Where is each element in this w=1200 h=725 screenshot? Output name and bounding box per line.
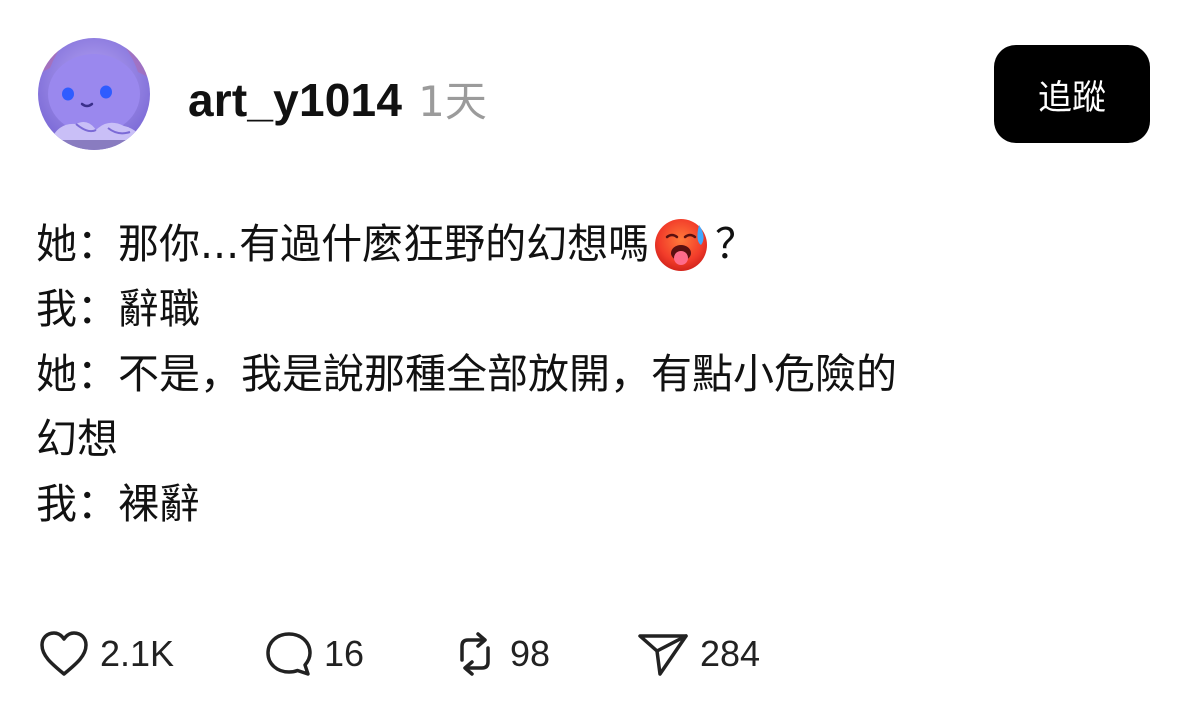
post-line: 她：不是，我是說那種全部放開，有點小危險的 — [36, 342, 1156, 407]
username[interactable]: art_y1014 — [188, 73, 402, 127]
post-line-text: 我：辭職 — [36, 285, 200, 333]
share-count: 284 — [700, 633, 761, 674]
repost-icon — [460, 632, 490, 676]
hot-face-emoji-icon — [653, 217, 709, 273]
heart-icon — [40, 631, 88, 676]
post-line: 幻想 — [36, 407, 1156, 472]
post-line: 我：裸辭 — [36, 472, 1156, 537]
post-content: 她：那你...有過什麼狂野的幻想嗎 ？ 我：辭職 她：不是，我是說那種全部放開，… — [36, 212, 1156, 537]
post-line: 我：辭職 — [36, 277, 1156, 342]
post-timestamp: 1天 — [418, 77, 487, 126]
post-line-text: 幻想 — [36, 415, 118, 463]
post-line-text: 她：不是，我是說那種全部放開，有點小危險的 — [36, 350, 897, 398]
comment-bubble-icon — [266, 632, 312, 676]
post-line-text: 我：裸辭 — [36, 480, 200, 528]
comment-button[interactable]: 16 — [264, 630, 450, 678]
post-line: 她：那你...有過什麼狂野的幻想嗎 ？ — [36, 212, 1156, 277]
avatar[interactable] — [38, 38, 150, 150]
action-bar: 2.1K 16 98 284 — [38, 626, 760, 682]
like-count: 2.1K — [100, 633, 175, 674]
repost-button[interactable]: 98 — [450, 630, 636, 678]
like-button[interactable]: 2.1K — [38, 630, 264, 678]
share-button[interactable]: 284 — [636, 630, 760, 678]
post-line-text: 她：那你...有過什麼狂野的幻想嗎 — [36, 220, 650, 268]
comment-count: 16 — [324, 633, 365, 674]
repost-count: 98 — [510, 633, 551, 674]
follow-button[interactable]: 追蹤 — [994, 45, 1150, 143]
send-icon — [638, 634, 688, 676]
post-line-suffix: ？ — [715, 220, 757, 268]
post-header: art_y1014 1天 追蹤 — [38, 38, 1150, 150]
author-row: art_y1014 1天 — [188, 68, 487, 129]
avatar-purple-character-icon — [38, 38, 150, 150]
